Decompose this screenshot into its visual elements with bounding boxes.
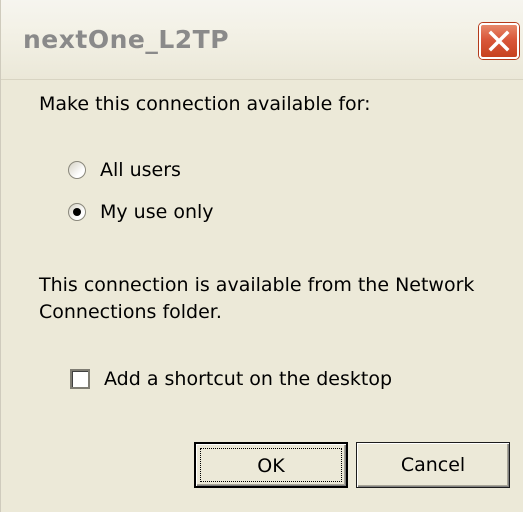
radio-label-my-use-only[interactable]: My use only [100, 201, 214, 223]
cancel-button-label: Cancel [400, 454, 466, 476]
title-bar[interactable]: nextOne_L2TP [1, 0, 523, 80]
close-button[interactable] [479, 23, 519, 59]
radio-button-my-use-only[interactable] [68, 203, 86, 221]
info-text-line2: Connections folder. [39, 301, 222, 323]
radio-label-all-users[interactable]: All users [100, 159, 181, 181]
availability-prompt: Make this connection available for: [39, 93, 371, 115]
radio-selected-dot [73, 208, 81, 216]
shortcut-checkbox[interactable] [70, 369, 90, 389]
close-icon [488, 30, 510, 52]
dialog-window: nextOne_L2TP Make this connection availa… [0, 0, 523, 512]
info-text-line1: This connection is available from the Ne… [39, 274, 475, 296]
ok-button[interactable]: OK [194, 442, 348, 488]
window-title: nextOne_L2TP [23, 25, 230, 54]
cancel-button[interactable]: Cancel [356, 442, 510, 488]
radio-button-all-users[interactable] [68, 161, 86, 179]
shortcut-label[interactable]: Add a shortcut on the desktop [104, 368, 392, 390]
ok-button-label: OK [257, 455, 285, 477]
